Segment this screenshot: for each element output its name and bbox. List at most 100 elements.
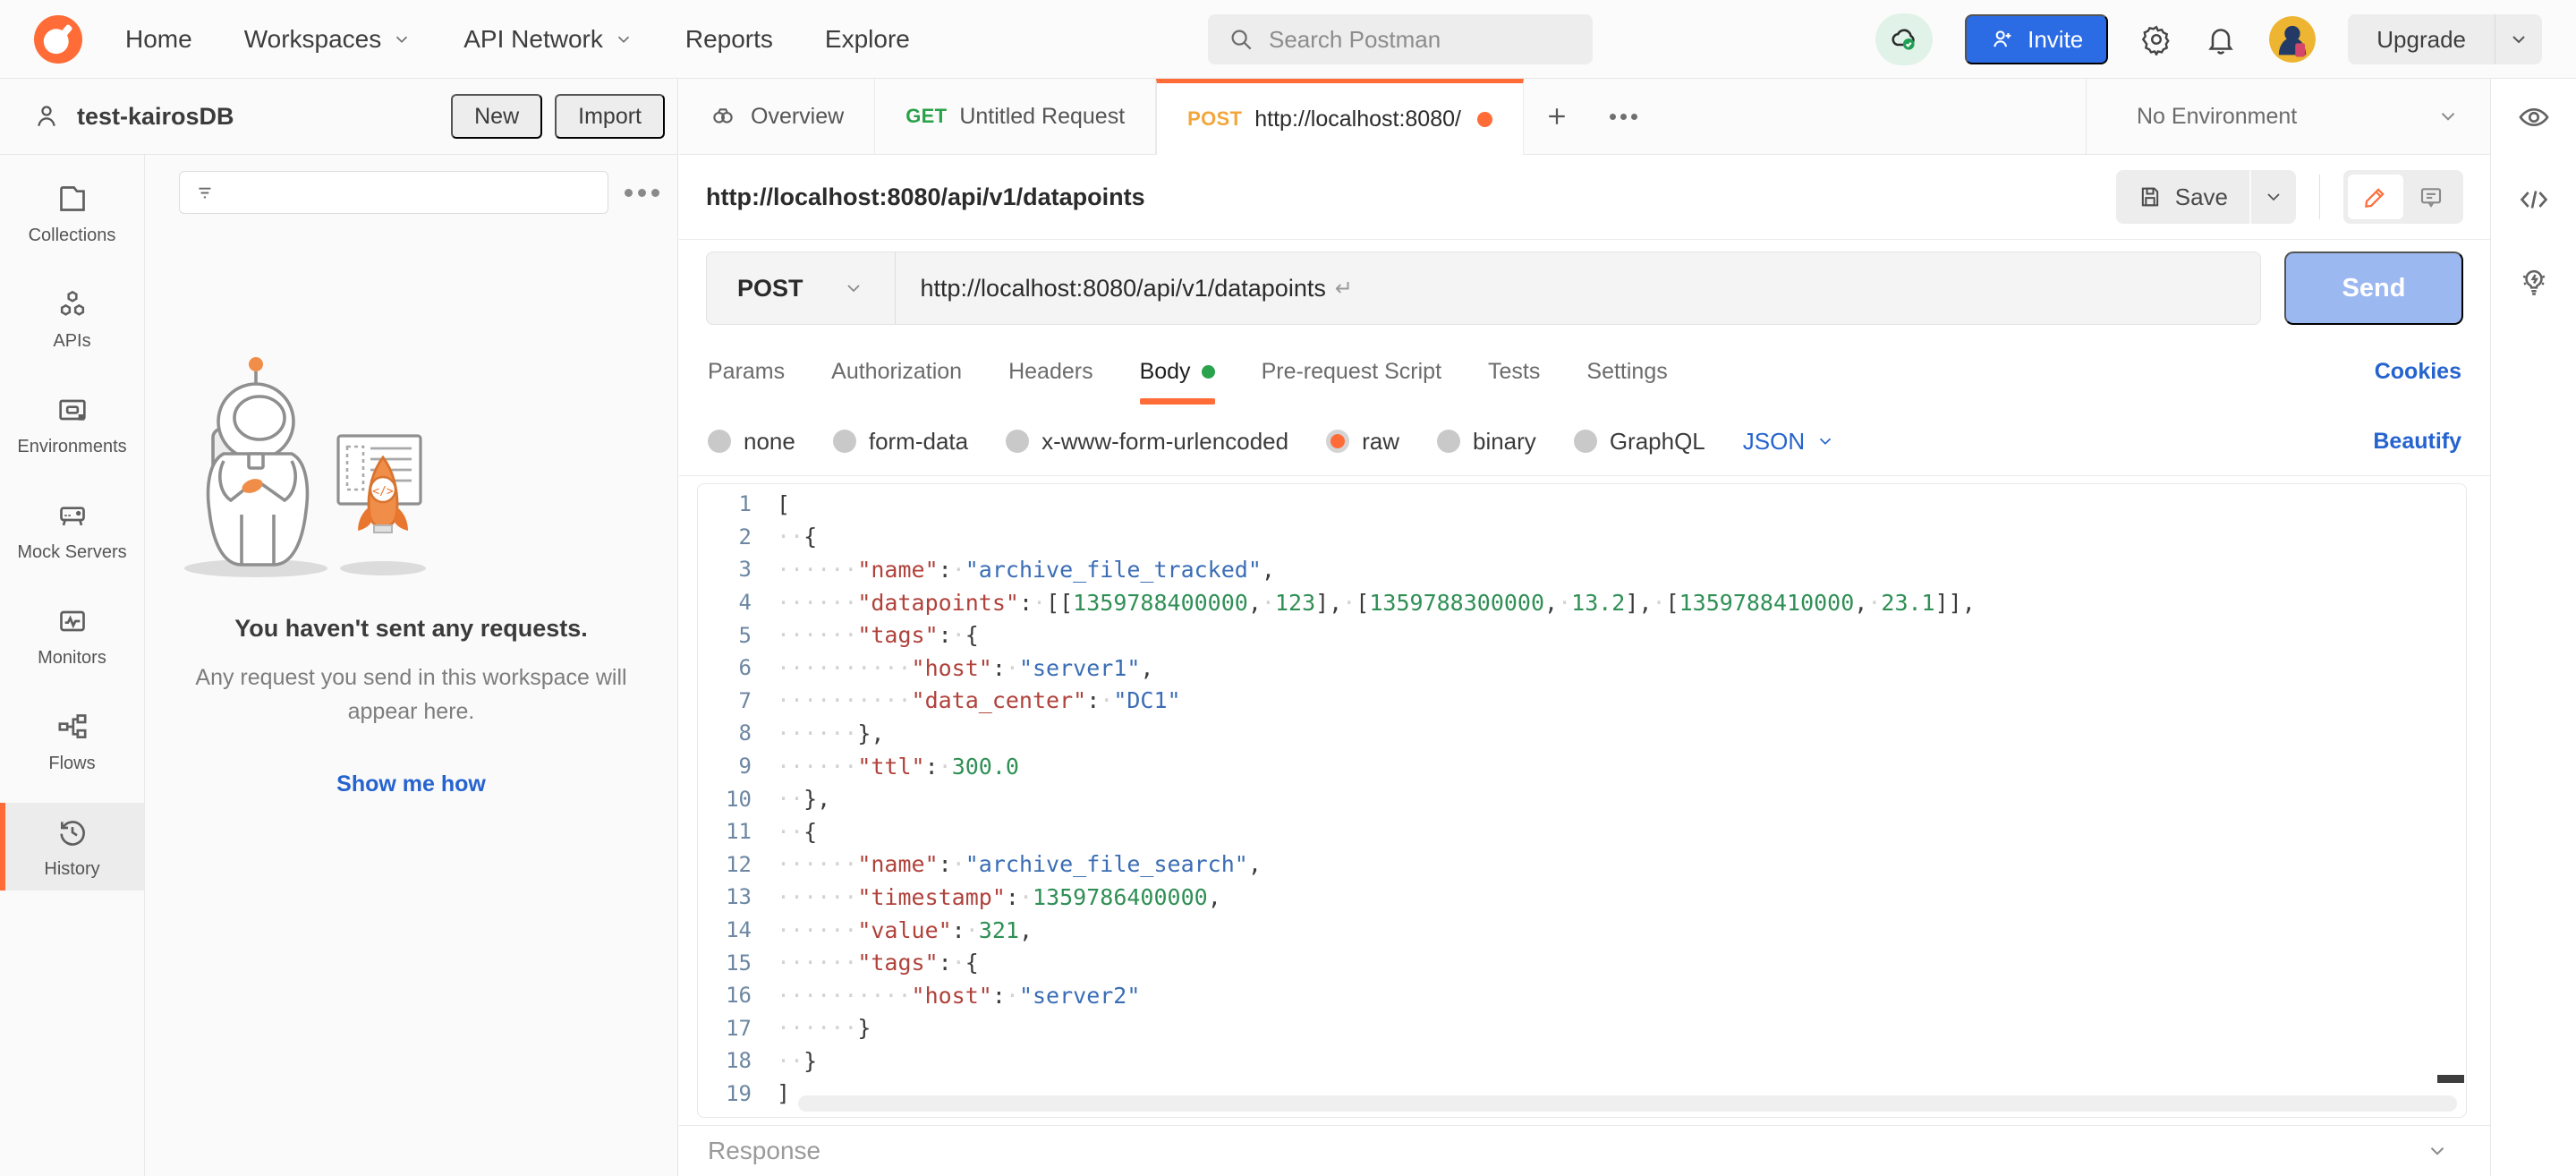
nav-item-home[interactable]: Home [125, 25, 192, 54]
body-mode-form-data[interactable]: form-data [833, 428, 968, 456]
settings-gear-icon[interactable] [2140, 23, 2172, 55]
comment-button[interactable] [2403, 175, 2459, 219]
sidebar-item-monitors[interactable]: Monitors [0, 592, 144, 679]
raw-format-selector[interactable]: JSON [1743, 428, 1835, 456]
request-tab-label: Untitled Request [959, 104, 1125, 130]
radio-icon [1006, 430, 1029, 453]
body-code-editor[interactable]: 1[2··{3······"name":·"archive_file_track… [697, 483, 2467, 1118]
collections-icon [55, 181, 90, 217]
workspace-header: test-kairosDB New Import [0, 79, 677, 155]
history-more-button[interactable] [625, 189, 659, 197]
edit-pencil-button[interactable] [2348, 175, 2403, 219]
code-line-3: 3······"name":·"archive_file_tracked", [698, 553, 2466, 586]
notifications-bell-icon[interactable] [2205, 23, 2237, 55]
line-number: 9 [698, 754, 777, 779]
line-number: 1 [698, 491, 777, 516]
save-icon [2138, 184, 2163, 209]
request-subtab-pre-request-script[interactable]: Pre-request Script [1262, 337, 1441, 407]
overview-icon [710, 103, 736, 130]
invite-label: Invite [2028, 26, 2083, 54]
radio-icon [1574, 430, 1597, 453]
sidebar-item-apis[interactable]: APIs [0, 275, 144, 362]
import-button[interactable]: Import [555, 94, 665, 139]
flows-icon [55, 709, 90, 745]
body-mode-graphql[interactable]: GraphQL [1574, 428, 1705, 456]
code-line-18: 18··} [698, 1044, 2466, 1078]
empty-state-title: You haven't sent any requests. [145, 615, 677, 643]
sidebar-item-flows[interactable]: Flows [0, 697, 144, 785]
environment-selector[interactable]: No Environment [2086, 79, 2490, 154]
sidebar-item-label: Collections [29, 226, 116, 246]
body-mode-binary[interactable]: binary [1437, 428, 1536, 456]
environment-quick-look-eye-icon[interactable] [2517, 100, 2551, 134]
request-tab-get-untitled-request[interactable]: GETUntitled Request [875, 79, 1156, 154]
line-number: 19 [698, 1081, 777, 1106]
user-avatar[interactable] [2269, 16, 2316, 63]
show-me-how-link[interactable]: Show me how [336, 771, 486, 797]
svg-text:</>: </> [372, 485, 394, 499]
body-mode-raw[interactable]: raw [1326, 428, 1399, 456]
postman-logo-icon[interactable] [34, 15, 82, 64]
tab-overview[interactable]: Overview [679, 79, 875, 154]
invite-button[interactable]: Invite [1965, 14, 2108, 64]
radio-icon [833, 430, 856, 453]
sidebar-item-label: Flows [48, 754, 95, 774]
response-chevron-icon[interactable] [2426, 1139, 2449, 1163]
new-button[interactable]: New [451, 94, 542, 139]
request-subtab-authorization[interactable]: Authorization [831, 337, 962, 407]
line-number: 18 [698, 1048, 777, 1073]
request-subtab-settings[interactable]: Settings [1586, 337, 1667, 407]
request-subtab-params[interactable]: Params [708, 337, 785, 407]
request-subtab-tests[interactable]: Tests [1488, 337, 1540, 407]
save-options-chevron-icon[interactable] [2251, 170, 2296, 224]
body-mode-x-www-form-urlencoded[interactable]: x-www-form-urlencoded [1006, 428, 1288, 456]
nav-item-workspaces[interactable]: Workspaces [244, 25, 412, 54]
line-number: 10 [698, 787, 777, 812]
code-line-12: 12······"name":·"archive_file_search", [698, 848, 2466, 882]
send-button[interactable]: Send [2284, 251, 2463, 325]
nav-item-explore[interactable]: Explore [825, 25, 910, 54]
request-tabs: Params Authorization Headers Body Pre-reques… [679, 337, 2490, 407]
line-number: 16 [698, 983, 777, 1008]
save-button-group: Save [2116, 170, 2296, 224]
upgrade-chevron-down-icon[interactable] [2495, 29, 2542, 50]
body-mode-none[interactable]: none [708, 428, 795, 456]
sidebar-item-mock-servers[interactable]: Mock Servers [0, 486, 144, 574]
radio-icon [1437, 430, 1460, 453]
code-line-14: 14······"value":·321, [698, 914, 2466, 947]
search-input[interactable]: Search Postman [1208, 14, 1593, 64]
request-tab-post-http-localhost-8080-[interactable]: POST http://localhost:8080/ [1156, 79, 1524, 155]
request-subtab-headers[interactable]: Headers [1008, 337, 1093, 407]
lightbulb-tips-icon[interactable] [2517, 265, 2551, 299]
tab-options-button[interactable] [1590, 79, 1657, 154]
sidebar-item-history[interactable]: History [0, 803, 144, 891]
history-icon [55, 814, 90, 850]
nav-item-reports[interactable]: Reports [685, 25, 773, 54]
environment-label: No Environment [2137, 104, 2297, 130]
nav-item-api-network[interactable]: API Network [463, 25, 633, 54]
method-badge: POST [1187, 107, 1242, 131]
request-header: http://localhost:8080/api/v1/datapoints … [679, 155, 2490, 240]
method-selector[interactable]: POST [707, 252, 896, 324]
sync-status-icon[interactable] [1875, 13, 1933, 65]
sidebar-item-collections[interactable]: Collections [0, 169, 144, 257]
request-tab-label: http://localhost:8080/ [1254, 107, 1461, 132]
sidebar: test-kairosDB New Import Collections APIs… [0, 79, 678, 1176]
environment-chevron-down-icon [2436, 105, 2460, 128]
sidebar-item-label: Monitors [38, 648, 106, 669]
save-button[interactable]: Save [2116, 170, 2251, 224]
sidebar-item-environments[interactable]: Environments [0, 380, 144, 468]
upgrade-button[interactable]: Upgrade [2348, 14, 2495, 64]
code-snippet-icon[interactable] [2517, 183, 2551, 217]
workspace-title[interactable]: test-kairosDB [77, 103, 234, 131]
cookies-link[interactable]: Cookies [2375, 359, 2461, 385]
request-subtab-body[interactable]: Body [1140, 337, 1215, 407]
editor-scrollbar-thumb[interactable] [2437, 1075, 2464, 1083]
new-tab-button[interactable] [1524, 79, 1590, 154]
beautify-link[interactable]: Beautify [2373, 429, 2461, 455]
response-section-header[interactable]: Response [679, 1125, 2490, 1176]
history-filter-input[interactable] [179, 171, 608, 214]
sidebar-item-label: APIs [53, 331, 90, 352]
url-input[interactable]: http://localhost:8080/api/v1/datapoints [921, 275, 1326, 303]
editor-horizontal-scrollbar[interactable] [798, 1095, 2457, 1112]
